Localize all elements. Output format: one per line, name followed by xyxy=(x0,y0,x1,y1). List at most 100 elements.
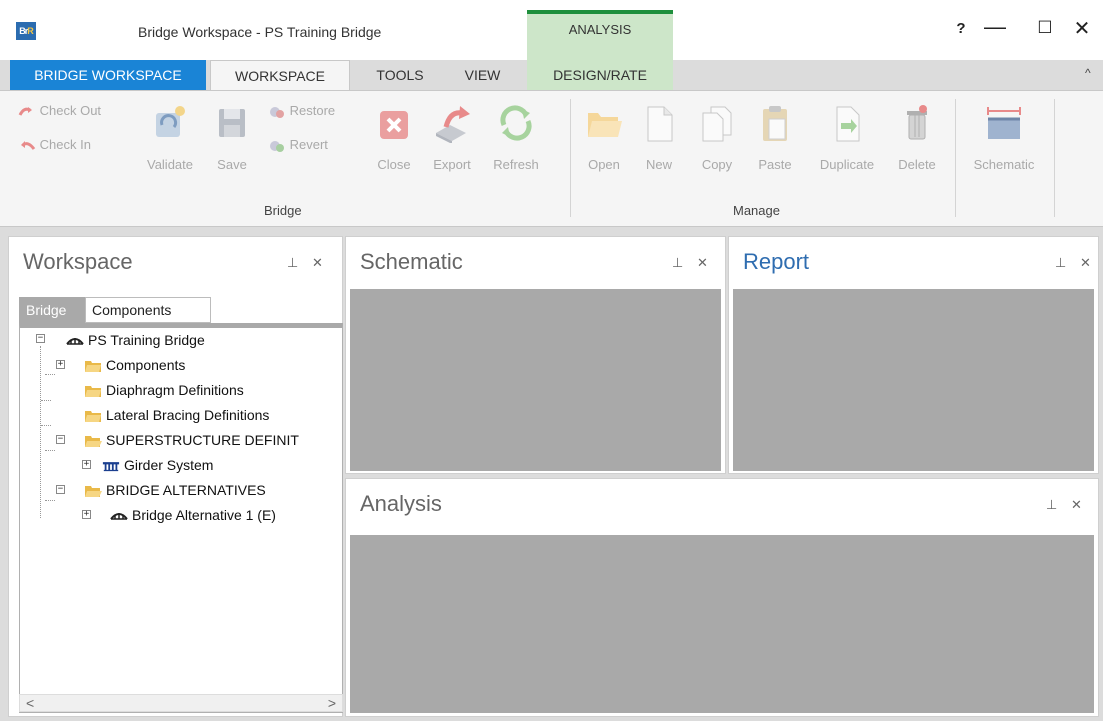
export-button[interactable]: Export xyxy=(424,103,480,172)
tab-design-rate[interactable]: DESIGN/RATE xyxy=(527,60,673,90)
open-label: Open xyxy=(588,157,620,172)
schematic-content-area[interactable] xyxy=(350,289,721,471)
pin-icon[interactable]: ⊥ xyxy=(1046,497,1057,512)
schematic-icon xyxy=(987,107,1021,139)
maximize-button[interactable]: ☐ xyxy=(1030,18,1060,38)
restore-button[interactable]: Restore xyxy=(268,103,335,120)
tree-node-label: PS Training Bridge xyxy=(88,332,205,348)
validate-icon xyxy=(156,106,185,137)
check-in-label: Check In xyxy=(39,137,91,152)
save-button[interactable]: Save xyxy=(212,103,252,172)
tree-node-label: Lateral Bracing Definitions xyxy=(106,407,270,423)
validate-label: Validate xyxy=(146,157,193,172)
revert-icon xyxy=(270,140,284,152)
tree-node-bridge-alternatives[interactable]: BRIDGE ALTERNATIVES xyxy=(84,478,266,502)
new-button[interactable]: New xyxy=(636,103,682,172)
close-icon[interactable]: ✕ xyxy=(697,255,708,270)
tree-node-bridge-alternative-1[interactable]: Bridge Alternative 1 (E) xyxy=(110,503,276,527)
check-in-icon xyxy=(21,140,36,150)
export-icon xyxy=(436,106,470,143)
folder-icon xyxy=(85,411,101,423)
ribbon-separator xyxy=(1054,99,1055,217)
trash-icon xyxy=(907,105,927,140)
analysis-panel-title: Analysis xyxy=(360,491,442,516)
duplicate-button[interactable]: Duplicate xyxy=(808,103,886,172)
app-logo: BrR xyxy=(16,22,36,40)
tree-node-label: Bridge Alternative 1 (E) xyxy=(132,507,276,523)
tab-components[interactable]: Components xyxy=(85,297,211,323)
close-icon xyxy=(380,111,408,139)
report-content-area[interactable] xyxy=(733,289,1094,471)
horizontal-scrollbar[interactable]: < > xyxy=(19,694,343,712)
delete-button[interactable]: Delete xyxy=(890,103,944,172)
close-icon[interactable]: ✕ xyxy=(312,255,323,270)
workspace-panel-title: Workspace xyxy=(23,249,133,274)
help-button[interactable]: ? xyxy=(946,20,976,37)
manage-group-label: Manage xyxy=(733,203,780,218)
validate-button[interactable]: Validate xyxy=(134,103,206,172)
tree-connector xyxy=(41,400,51,401)
analysis-content-area[interactable] xyxy=(350,535,1094,713)
restore-label: Restore xyxy=(289,103,336,118)
schematic-button[interactable]: Schematic xyxy=(960,103,1048,172)
save-icon xyxy=(219,109,245,137)
pin-icon[interactable]: ⊥ xyxy=(672,255,683,270)
tree-node-girder-system[interactable]: Girder System xyxy=(102,453,213,477)
ribbon-separator xyxy=(955,99,956,217)
workspace-panel: Workspace ⊥ ✕ Bridge Components − PS Tra… xyxy=(8,236,343,717)
folder-open-icon xyxy=(588,113,622,137)
pin-icon[interactable]: ⊥ xyxy=(287,255,298,270)
pin-icon[interactable]: ⊥ xyxy=(1055,255,1066,270)
scroll-right-arrow[interactable]: > xyxy=(328,695,336,711)
workspace-panel-controls: ⊥ ✕ xyxy=(277,255,323,271)
expand-icon[interactable]: + xyxy=(82,460,91,469)
tab-tools[interactable]: TOOLS xyxy=(360,60,440,90)
bridge-group-label: Bridge xyxy=(264,203,302,218)
collapse-icon[interactable]: − xyxy=(36,334,45,343)
tree-connector xyxy=(45,450,55,451)
check-out-button[interactable]: Check Out xyxy=(18,103,101,119)
window-title: Bridge Workspace - PS Training Bridge xyxy=(138,24,382,40)
copy-label: Copy xyxy=(701,157,733,172)
bridge-tree: − PS Training Bridge + Components Diaphr… xyxy=(19,323,343,713)
collapse-ribbon-button[interactable]: ^ xyxy=(1085,66,1091,80)
tree-node-components[interactable]: Components xyxy=(84,353,185,377)
tree-node-root[interactable]: PS Training Bridge xyxy=(66,328,205,352)
title-bar: BrR Bridge Workspace - PS Training Bridg… xyxy=(0,0,1103,90)
tab-view[interactable]: VIEW xyxy=(455,60,510,90)
check-in-button[interactable]: Check In xyxy=(18,137,91,153)
collapse-icon[interactable]: − xyxy=(56,485,65,494)
paste-label: Paste xyxy=(758,157,792,172)
refresh-button[interactable]: Refresh xyxy=(484,103,548,172)
export-label: Export xyxy=(433,157,471,172)
close-icon[interactable]: ✕ xyxy=(1080,255,1091,270)
duplicate-icon xyxy=(836,106,860,142)
revert-button[interactable]: Revert xyxy=(268,137,328,154)
collapse-icon[interactable]: − xyxy=(56,435,65,444)
tree-node-superstructure-definitions[interactable]: SUPERSTRUCTURE DEFINIT xyxy=(84,428,299,452)
bridge-icon xyxy=(110,513,128,521)
tree-node-label: SUPERSTRUCTURE DEFINIT xyxy=(106,432,299,448)
close-window-button[interactable]: ✕ xyxy=(1067,16,1097,41)
delete-label: Delete xyxy=(898,157,936,172)
tree-node-lateral-bracing-definitions[interactable]: Lateral Bracing Definitions xyxy=(84,403,269,427)
paste-button[interactable]: Paste xyxy=(748,103,802,172)
tab-workspace[interactable]: WORKSPACE xyxy=(210,60,350,91)
analysis-context-title: ANALYSIS xyxy=(568,22,632,37)
close-bridge-button[interactable]: Close xyxy=(366,103,422,172)
open-button[interactable]: Open xyxy=(578,103,630,172)
expand-icon[interactable]: + xyxy=(56,360,65,369)
new-document-icon xyxy=(647,106,673,142)
expand-icon[interactable]: + xyxy=(82,510,91,519)
tree-node-diaphragm-definitions[interactable]: Diaphragm Definitions xyxy=(84,378,244,402)
close-icon[interactable]: ✕ xyxy=(1071,497,1082,512)
copy-button[interactable]: Copy xyxy=(694,103,740,172)
duplicate-label: Duplicate xyxy=(819,157,875,172)
tab-bridge[interactable]: Bridge xyxy=(19,297,85,323)
refresh-icon xyxy=(500,105,532,141)
minimize-button[interactable]: — xyxy=(980,14,1010,40)
scroll-left-arrow[interactable]: < xyxy=(26,695,34,711)
tab-bridge-workspace[interactable]: BRIDGE WORKSPACE xyxy=(10,60,206,90)
check-out-icon xyxy=(18,106,32,116)
schematic-panel-controls: ⊥ ✕ xyxy=(662,255,708,271)
